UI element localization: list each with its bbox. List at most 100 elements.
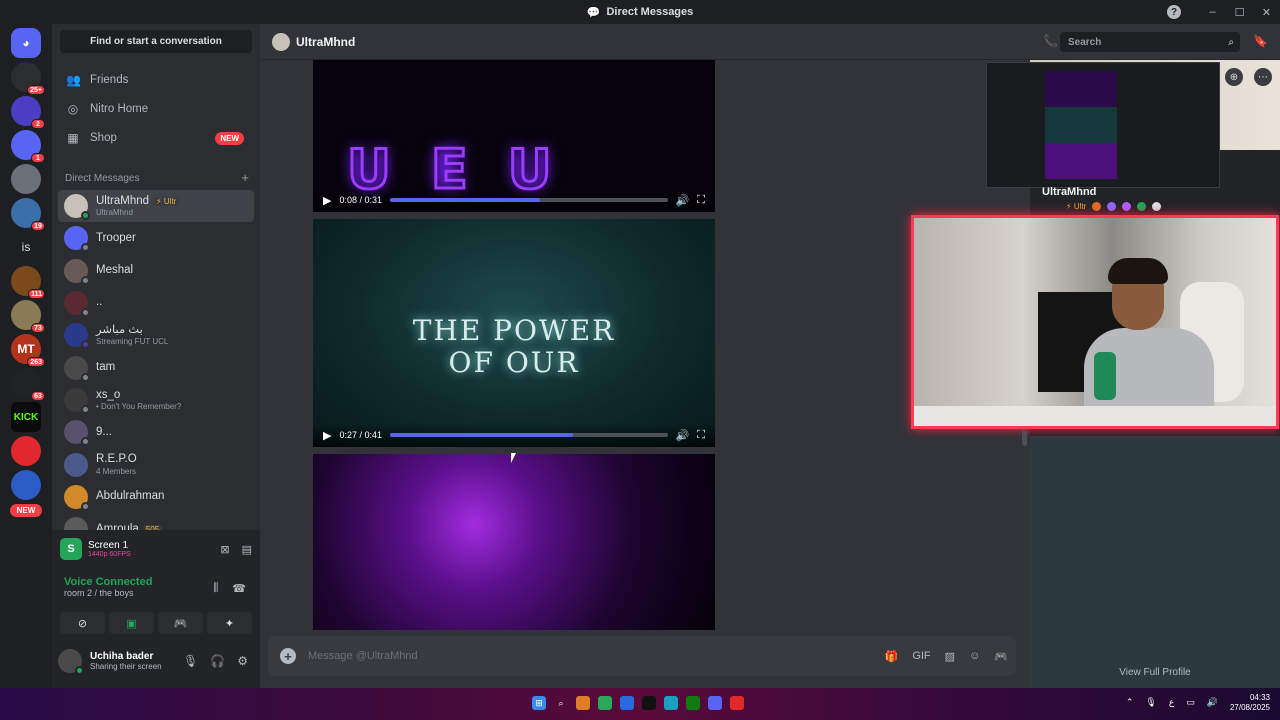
sticker-icon[interactable]: ▨: [945, 650, 955, 663]
current-user[interactable]: Uchiha bader Sharing their screen 🎙 🎧 ⚙: [58, 644, 254, 678]
more-options-icon[interactable]: ⋯: [1254, 68, 1272, 86]
gear-icon[interactable]: ⚙: [237, 654, 248, 668]
tray-overflow-icon[interactable]: ⌃: [1126, 697, 1134, 708]
discord-icon[interactable]: [708, 696, 722, 710]
fullscreen-icon[interactable]: ⛶: [697, 429, 705, 442]
video-progress[interactable]: [390, 433, 668, 437]
avatar: [64, 420, 90, 447]
server-icon[interactable]: 25+: [11, 62, 45, 95]
activity-button[interactable]: 🎮: [158, 612, 203, 634]
dm-item[interactable]: UltraMhnd ⚡ Ultr UltraMhnd: [58, 190, 254, 223]
dm-item[interactable]: R.E.P.O 4 Members: [58, 448, 254, 480]
server-icon[interactable]: is: [11, 232, 41, 262]
gift-icon[interactable]: 🎁: [885, 650, 899, 663]
nav-shop[interactable]: ▦ Shop NEW: [58, 125, 254, 151]
help-icon[interactable]: ?: [1167, 5, 1181, 19]
maximize-button[interactable]: ☐: [1226, 6, 1253, 19]
dm-item[interactable]: tam: [58, 351, 254, 383]
server-icon[interactable]: 1: [11, 130, 45, 163]
dm-item[interactable]: 9...: [58, 416, 254, 448]
avatar: [64, 484, 90, 511]
play-icon[interactable]: ▶: [323, 194, 331, 207]
dm-item[interactable]: Trooper: [58, 222, 254, 254]
nav-nitro-home[interactable]: ◎ Nitro Home: [58, 96, 254, 122]
avatar: [64, 452, 88, 477]
camera-off-button[interactable]: ⊘: [60, 612, 105, 634]
new-servers-badge[interactable]: NEW: [10, 504, 42, 517]
discord-home-icon[interactable]: ◕: [11, 28, 41, 58]
apps-icon[interactable]: 🎮: [994, 650, 1008, 663]
stop-stream-icon[interactable]: ⊠: [220, 543, 229, 556]
clock[interactable]: 04:33 27/08/2025: [1230, 693, 1270, 712]
microphone-icon[interactable]: 🎙: [183, 654, 198, 668]
status-indicator: [81, 308, 90, 318]
profile-body: [1030, 436, 1280, 688]
server-icon[interactable]: [11, 436, 41, 466]
webcam-person: [1084, 258, 1214, 426]
add-attachment-icon[interactable]: +: [280, 648, 296, 664]
find-conversation-button[interactable]: Find or start a conversation: [60, 30, 252, 53]
network-icon[interactable]: ▭: [1186, 697, 1195, 708]
start-icon[interactable]: ⊞: [532, 696, 546, 710]
inbox-icon[interactable]: 🔖: [1253, 34, 1268, 48]
browser-icon[interactable]: [598, 696, 612, 710]
close-button[interactable]: ✕: [1253, 6, 1280, 19]
play-icon[interactable]: ▶: [323, 429, 331, 442]
fullscreen-icon[interactable]: ⛶: [697, 194, 705, 207]
app-icon[interactable]: [642, 696, 656, 710]
dm-item[interactable]: بث مباشر Streaming FUT UCL: [58, 319, 254, 351]
mouse-cursor: [511, 453, 516, 463]
dm-item[interactable]: Meshal: [58, 255, 254, 287]
server-icon[interactable]: KICK: [11, 402, 41, 432]
nav-friends[interactable]: 👥 Friends: [58, 67, 254, 93]
server-icon[interactable]: 73: [11, 300, 45, 333]
server-icon[interactable]: [11, 470, 41, 500]
search-icon[interactable]: ⌕: [554, 696, 568, 710]
volume-tray-icon[interactable]: 🔊: [1207, 697, 1218, 708]
add-friend-icon[interactable]: ⊕: [1225, 68, 1243, 86]
volume-icon[interactable]: 🔊: [676, 429, 690, 442]
gif-icon[interactable]: GIF: [912, 650, 930, 663]
recipient-name[interactable]: UltraMhnd: [296, 35, 355, 49]
video-progress[interactable]: [390, 198, 668, 202]
scrollbar[interactable]: [1022, 430, 1027, 446]
video-attachment[interactable]: [313, 454, 715, 630]
server-list: ◕ 25+ 2 1 19 is 111 73 MT 263 63 KICK NEW: [0, 24, 52, 688]
app-icon[interactable]: [664, 696, 678, 710]
dm-item[interactable]: ..: [58, 287, 254, 319]
emoji-icon[interactable]: ☺: [969, 650, 980, 663]
dm-item[interactable]: Abdulrahman: [58, 481, 254, 513]
server-icon[interactable]: MT 263: [11, 334, 45, 367]
server-icon[interactable]: 19: [11, 198, 45, 231]
mic-tray-icon[interactable]: 🎙: [1145, 697, 1156, 708]
server-icon[interactable]: 111: [11, 266, 45, 299]
xbox-icon[interactable]: [686, 696, 700, 710]
share-screen-button[interactable]: ▣: [109, 612, 154, 634]
server-icon[interactable]: 63: [11, 368, 45, 401]
video-attachment[interactable]: UEU ▶ 0:08 / 0:31 🔊 ⛶: [313, 60, 715, 212]
view-full-profile-button[interactable]: View Full Profile: [1030, 667, 1280, 678]
soundboard-button[interactable]: ✦: [207, 612, 252, 634]
language-indicator[interactable]: ع: [1169, 697, 1174, 708]
video-attachment[interactable]: THE POWER OF OUR ▶ 0:27 / 0:41 🔊 ⛶: [313, 219, 715, 447]
message-input[interactable]: + Message @UltraMhnd 🎁 GIF ▨ ☺ 🎮: [268, 636, 1016, 676]
screen-share-icon: S: [60, 538, 82, 560]
noise-suppression-icon[interactable]: ⫼: [213, 582, 218, 595]
voice-call-icon[interactable]: 📞: [1043, 34, 1058, 48]
server-icon[interactable]: 2: [11, 96, 45, 129]
search-input[interactable]: Search ⌕: [1060, 32, 1240, 52]
server-icon[interactable]: [11, 164, 41, 194]
dm-name: بث مباشر: [96, 324, 143, 337]
app-icon[interactable]: [730, 696, 744, 710]
server-label: is: [21, 240, 31, 254]
dm-name: xs_o: [96, 388, 121, 401]
headphones-icon[interactable]: 🎧: [210, 654, 225, 668]
app-icon[interactable]: [576, 696, 590, 710]
dm-item[interactable]: xs_o • Don't You Remember?: [58, 384, 254, 416]
stream-settings-icon[interactable]: ▤: [242, 543, 252, 556]
volume-icon[interactable]: 🔊: [676, 194, 690, 207]
create-dm-button[interactable]: +: [241, 171, 249, 184]
app-icon[interactable]: [620, 696, 634, 710]
disconnect-icon[interactable]: ☎: [232, 582, 246, 595]
minimize-button[interactable]: –: [1199, 6, 1226, 18]
